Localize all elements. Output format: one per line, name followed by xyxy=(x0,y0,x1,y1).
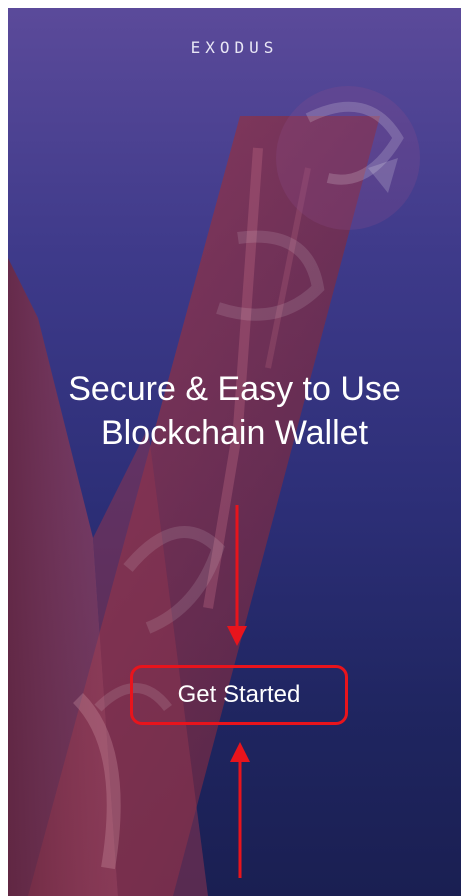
get-started-button[interactable]: Get Started xyxy=(130,665,348,725)
welcome-headline: Secure & Easy to Use Blockchain Wallet xyxy=(28,367,441,455)
exodus-logo: EXODUS xyxy=(190,38,279,57)
headline-line-1: Secure & Easy to Use xyxy=(68,369,401,408)
headline-line-2: Blockchain Wallet xyxy=(100,413,369,452)
screenshot-frame: EXODUS Secure & Easy to Use Blockchain W… xyxy=(0,0,469,896)
app-screen: EXODUS Secure & Easy to Use Blockchain W… xyxy=(8,8,461,896)
